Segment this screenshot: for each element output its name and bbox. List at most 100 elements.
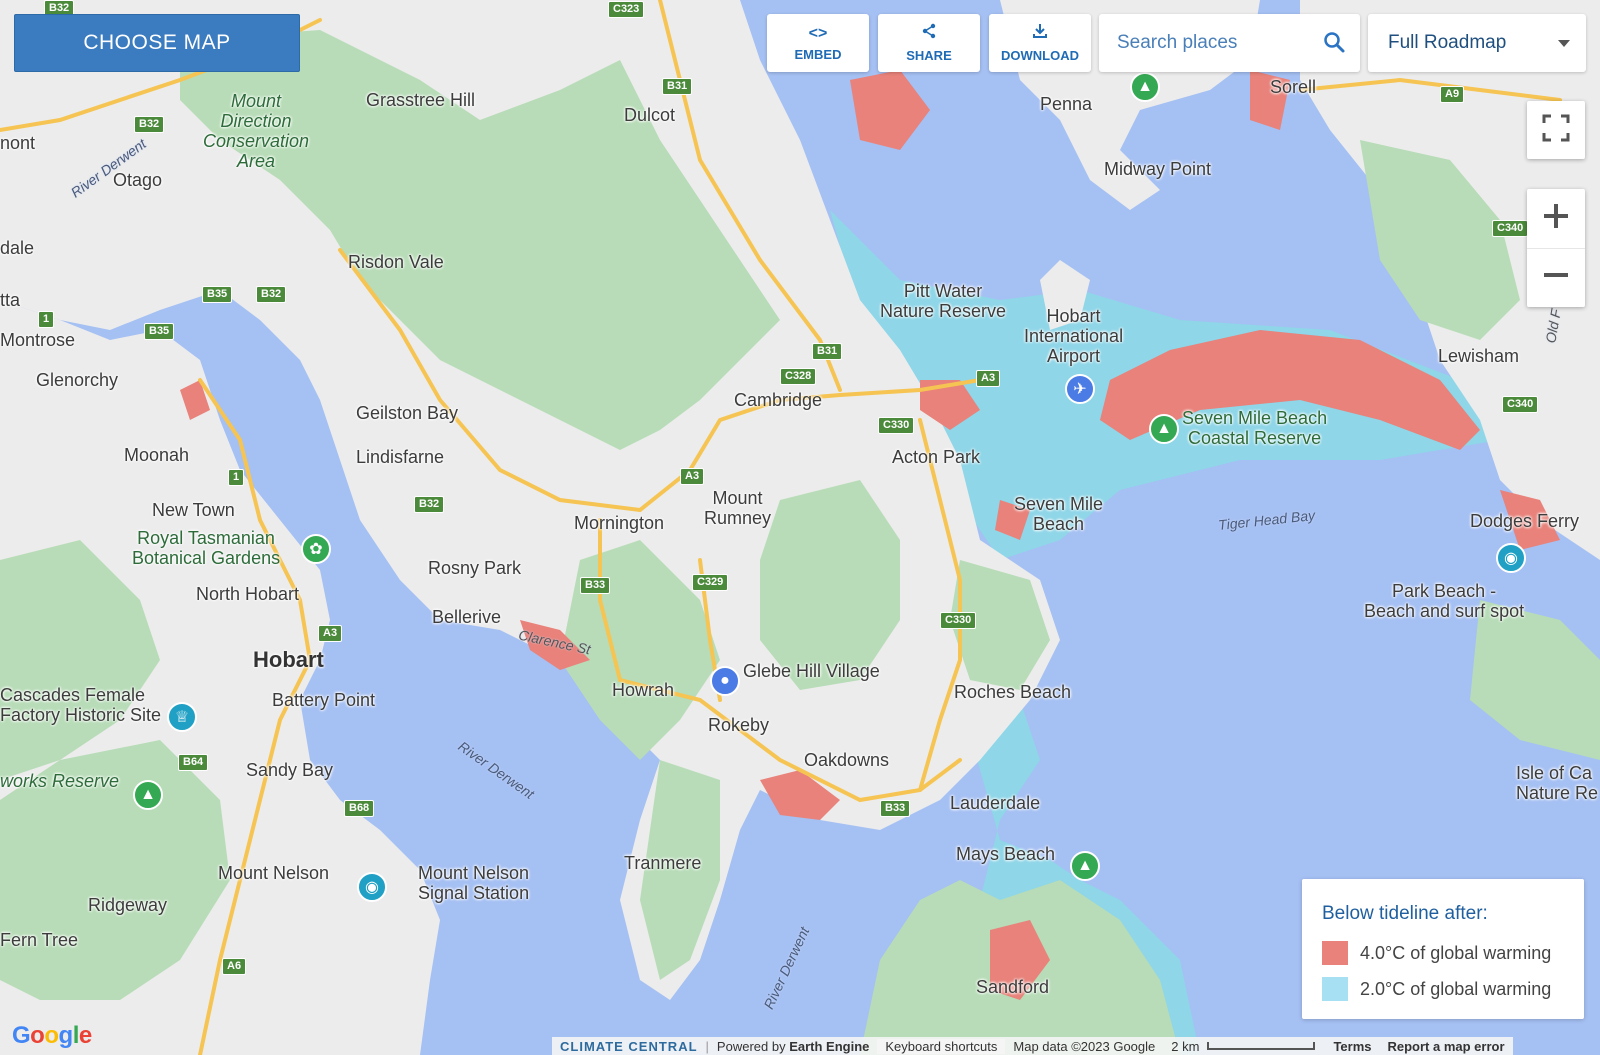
place-label[interactable]: Mount Nelson — [218, 863, 329, 883]
place-label[interactable]: Royal Tasmanian Botanical Gardens — [132, 528, 280, 568]
park-poi-icon[interactable]: ▲ — [1130, 72, 1160, 102]
report-error-link[interactable]: Report a map error — [1380, 1039, 1513, 1054]
route-shield: B35 — [144, 323, 175, 340]
place-label[interactable]: Lewisham — [1438, 346, 1519, 366]
place-label[interactable]: tta — [0, 290, 20, 310]
terms-link[interactable]: Terms — [1325, 1039, 1379, 1054]
place-label[interactable]: Ridgeway — [88, 895, 167, 915]
place-label[interactable]: Otago — [113, 170, 162, 190]
zoom-in-button[interactable] — [1527, 190, 1585, 249]
place-label[interactable]: Mornington — [574, 513, 664, 533]
route-shield: A9 — [1440, 86, 1465, 103]
camera-icon[interactable]: ◉ — [357, 872, 387, 902]
download-button[interactable]: DOWNLOAD — [989, 14, 1091, 72]
route-shield: C329 — [692, 574, 729, 591]
place-label[interactable]: Isle of Ca Nature Re — [1516, 763, 1598, 803]
place-label[interactable]: Geilston Bay — [356, 403, 458, 423]
place-label[interactable]: Lauderdale — [950, 793, 1040, 813]
place-label[interactable]: Lindisfarne — [356, 447, 444, 467]
share-button[interactable]: SHARE — [878, 14, 980, 72]
place-label[interactable]: nont — [0, 133, 35, 153]
place-label[interactable]: Dodges Ferry — [1470, 511, 1579, 531]
place-label[interactable]: Tranmere — [624, 853, 701, 873]
route-shield: B31 — [812, 343, 843, 360]
place-label[interactable]: Risdon Vale — [348, 252, 444, 272]
tree-icon[interactable]: ▲ — [1149, 414, 1179, 444]
garden-icon[interactable]: ✿ — [301, 534, 331, 564]
place-label[interactable]: Montrose — [0, 330, 75, 350]
climate-central-brand[interactable]: CLIMATE CENTRAL — [552, 1039, 706, 1054]
place-label[interactable]: Roches Beach — [954, 682, 1071, 702]
place-label[interactable]: Acton Park — [892, 447, 980, 467]
place-label[interactable]: Battery Point — [272, 690, 375, 710]
route-shield: B32 — [134, 116, 165, 133]
embed-button[interactable]: <> EMBED — [767, 14, 869, 72]
route-shield: 1 — [38, 311, 55, 328]
route-shield: B32 — [256, 286, 287, 303]
keyboard-shortcuts-link[interactable]: Keyboard shortcuts — [877, 1038, 1006, 1054]
place-label[interactable]: Cambridge — [734, 390, 822, 410]
beach-icon[interactable]: ▲ — [1070, 851, 1100, 881]
zoom-out-button[interactable] — [1527, 249, 1585, 307]
legend-label: 4.0°C of global warming — [1360, 942, 1552, 963]
place-label[interactable]: works Reserve — [0, 771, 119, 791]
legend-swatch-2c — [1322, 977, 1348, 1001]
place-label[interactable]: Midway Point — [1104, 159, 1211, 179]
fullscreen-button[interactable] — [1527, 101, 1585, 159]
powered-by: Powered by Earth Engine — [716, 1038, 870, 1054]
place-label[interactable]: Sandy Bay — [246, 760, 333, 780]
place-label[interactable]: Rokeby — [708, 715, 769, 735]
place-label[interactable]: Moonah — [124, 445, 189, 465]
place-label[interactable]: Pitt Water Nature Reserve — [880, 281, 1006, 321]
place-label[interactable]: Dulcot — [624, 105, 675, 125]
map-type-select[interactable]: Full Roadmap — [1368, 14, 1586, 72]
scale-label: 2 km — [1171, 1038, 1200, 1054]
legend-swatch-4c — [1322, 941, 1348, 965]
place-label[interactable]: dale — [0, 238, 34, 258]
tree-icon[interactable]: ▲ — [133, 780, 163, 810]
route-shield: A3 — [680, 468, 705, 485]
place-label[interactable]: Penna — [1040, 94, 1092, 114]
place-label[interactable]: Mount Nelson Signal Station — [418, 863, 529, 903]
place-label[interactable]: Bellerive — [432, 607, 501, 627]
search-icon[interactable] — [1322, 30, 1346, 59]
place-label[interactable]: Glenorchy — [36, 370, 118, 390]
search-box[interactable] — [1099, 14, 1360, 72]
place-label[interactable]: Mount Rumney — [704, 488, 771, 528]
choose-map-button[interactable]: CHOOSE MAP — [14, 14, 300, 72]
share-icon — [921, 23, 937, 44]
place-label[interactable]: Mays Beach — [956, 844, 1055, 864]
place-label[interactable]: Fern Tree — [0, 930, 78, 950]
place-label[interactable]: Cascades Female Factory Historic Site — [0, 685, 161, 725]
place-label[interactable]: Sandford — [976, 977, 1049, 997]
place-label[interactable]: Sorell — [1270, 77, 1316, 97]
route-shield: C330 — [878, 417, 915, 434]
place-label[interactable]: Park Beach - Beach and surf spot — [1364, 581, 1524, 621]
place-label[interactable]: Oakdowns — [804, 750, 889, 770]
chevron-down-icon — [1558, 40, 1570, 47]
place-label[interactable]: Grasstree Hill — [366, 90, 475, 110]
place-label[interactable]: Howrah — [612, 680, 674, 700]
download-label: DOWNLOAD — [1001, 48, 1079, 63]
legend-item: 4.0°C of global warming — [1322, 941, 1551, 965]
place-label[interactable]: New Town — [152, 500, 235, 520]
place-label[interactable]: North Hobart — [196, 584, 299, 604]
map-type-value: Full Roadmap — [1388, 32, 1507, 53]
route-shield: C340 — [1502, 396, 1539, 413]
google-logo[interactable]: Google — [12, 1022, 92, 1050]
place-label[interactable]: Seven Mile Beach — [1014, 494, 1103, 534]
place-label[interactable]: Glebe Hill Village — [743, 661, 880, 681]
airport-icon[interactable]: ✈ — [1065, 374, 1095, 404]
place-label[interactable]: Hobart — [253, 649, 324, 671]
shopping-icon[interactable]: ● — [710, 666, 740, 696]
museum-icon[interactable]: ♕ — [167, 702, 197, 732]
place-label[interactable]: Hobart International Airport — [1024, 306, 1123, 366]
route-shield: 1 — [228, 469, 245, 486]
search-input[interactable] — [1115, 31, 1319, 55]
legend-panel: Below tideline after: 4.0°C of global wa… — [1302, 879, 1584, 1019]
place-label[interactable]: Rosny Park — [428, 558, 521, 578]
place-label[interactable]: Seven Mile Beach Coastal Reserve — [1182, 408, 1327, 448]
camera-icon[interactable]: ◉ — [1496, 543, 1526, 573]
download-icon — [1032, 23, 1048, 44]
place-label[interactable]: Mount Direction Conservation Area — [203, 91, 309, 171]
